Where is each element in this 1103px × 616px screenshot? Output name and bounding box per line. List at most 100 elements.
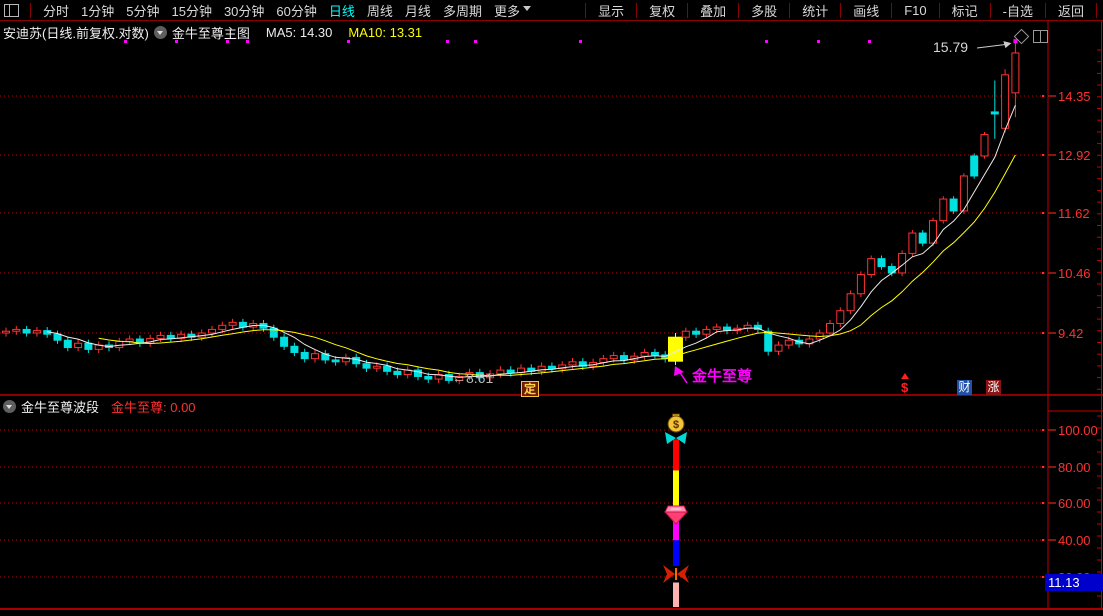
y-axis-label: 100.00: [1058, 423, 1098, 438]
mark-button[interactable]: 标记: [952, 1, 978, 20]
ma-line: [47, 105, 1016, 378]
y-axis-label: 9.42: [1058, 326, 1083, 341]
display-button[interactable]: 显示: [598, 1, 624, 20]
candle-body: [846, 293, 855, 312]
zhang-signal-badge: 涨: [986, 380, 1001, 395]
low-price-label: ←8.61: [452, 370, 494, 386]
axis-dot: [1042, 539, 1044, 541]
y-axis-label: 80.00: [1058, 460, 1091, 475]
signal-dot: [817, 40, 820, 43]
candle-body: [867, 258, 876, 276]
chevron-circle-icon[interactable]: [3, 400, 16, 413]
y-axis-label: 14.35: [1058, 89, 1091, 104]
overlay-button[interactable]: 叠加: [700, 1, 726, 20]
y-axis-label: 10.46: [1058, 266, 1091, 281]
candle-body: [63, 339, 72, 349]
signal-arrow-head: [674, 366, 684, 376]
indicator-bar-segment: [673, 470, 679, 510]
stock-title: 安迪苏(日线.前复权.对数): [3, 26, 149, 41]
f10-button[interactable]: F10: [904, 3, 926, 18]
candle-body: [228, 321, 237, 326]
candle-body: [547, 365, 556, 370]
indicator-bar-segment: [673, 540, 679, 566]
axis-dot: [1042, 502, 1044, 504]
split-window-icon[interactable]: [4, 3, 19, 17]
signal-dot: [868, 40, 871, 43]
period-tab-60min[interactable]: 60分钟: [276, 1, 316, 20]
back-button[interactable]: 返回: [1058, 1, 1084, 20]
axis-dot: [1042, 466, 1044, 468]
period-tab-15min[interactable]: 15分钟: [171, 1, 211, 20]
candle-body: [774, 344, 783, 352]
signal-dot: [474, 40, 477, 43]
period-tab-weekly[interactable]: 周线: [367, 1, 393, 20]
y-axis-label: 60.00: [1058, 496, 1091, 511]
candle-body: [74, 342, 83, 349]
candle-body: [115, 340, 124, 349]
gem-icon: [663, 511, 689, 525]
candle-body: [1001, 74, 1010, 129]
toolbar-divider: [30, 2, 31, 18]
candle-body: [568, 361, 577, 366]
signal-dot: [446, 40, 449, 43]
candle-body: [53, 333, 62, 341]
indicator-name[interactable]: 金牛至尊波段: [21, 397, 99, 416]
candle-body: [650, 351, 659, 356]
period-tab-monthly[interactable]: 月线: [405, 1, 431, 20]
candle-body: [887, 266, 896, 274]
more-menu-button[interactable]: 更多: [494, 1, 531, 20]
candle-body: [702, 328, 711, 335]
multistock-button[interactable]: 多股: [751, 1, 777, 20]
axis-current-value-tag: 11.13: [1045, 574, 1103, 591]
main-indicator-name[interactable]: 金牛至尊主图: [172, 23, 250, 42]
candle-body: [826, 323, 834, 334]
candle-body: [362, 363, 371, 369]
period-tab-multi[interactable]: 多周期: [443, 1, 482, 20]
candle-body: [640, 351, 649, 357]
candle-body: [784, 339, 793, 346]
butterfly-icon: [663, 565, 675, 583]
candle-body: [125, 338, 134, 342]
candle-body: [383, 365, 392, 372]
peak-price-label: 15.79: [933, 39, 969, 55]
split-pane-icon[interactable]: [1033, 30, 1048, 43]
candle-body: [166, 334, 175, 339]
fuquan-button[interactable]: 复权: [649, 1, 675, 20]
candle-body: [877, 258, 886, 268]
candle-body: [506, 369, 515, 374]
candle-body: [620, 355, 628, 361]
period-tab-daily[interactable]: 日线: [329, 1, 355, 20]
period-tab-5min[interactable]: 5分钟: [126, 1, 159, 20]
axis-dot: [1042, 332, 1044, 334]
period-tab-30min[interactable]: 30分钟: [224, 1, 264, 20]
toolbar-right-group: 显示 复权 叠加 多股 统计 画线 F10 标记 -自选 返回: [579, 1, 1103, 20]
chevron-circle-icon[interactable]: [153, 26, 167, 39]
period-tab-fenshi[interactable]: 分时: [43, 1, 69, 20]
axis-dot: [1042, 429, 1044, 431]
period-tab-1min[interactable]: 1分钟: [81, 1, 114, 20]
indicator-value: 金牛至尊: 0.00: [111, 400, 196, 415]
candle-body: [980, 134, 989, 157]
butterfly-icon: [677, 565, 689, 583]
top-toolbar: 分时 1分钟 5分钟 15分钟 30分钟 60分钟 日线 周线 月线 多周期 更…: [0, 0, 1103, 21]
candle-body: [990, 111, 999, 115]
candle-body: [609, 355, 618, 360]
cai-signal-badge: 财: [957, 380, 972, 395]
candle-body: [908, 232, 917, 254]
candle-body: [537, 365, 546, 372]
y-axis-label: 40.00: [1058, 533, 1091, 548]
y-axis-label: 11.62: [1058, 206, 1090, 221]
candle-body: [12, 328, 21, 332]
stock-app-window: { "toolbar": { "periods": ["分时","1分钟","5…: [0, 0, 1103, 616]
candle-body: [970, 155, 979, 177]
candle-body: [208, 328, 216, 334]
watchlist-button[interactable]: -自选: [1003, 1, 1033, 20]
candle-body: [764, 330, 773, 352]
peak-arrow-head: [1003, 41, 1012, 49]
price-chart-canvas[interactable]: 14.35 12.92 11.62 10.46 9.42 100.00 80.00 60.00…: [0, 0, 1103, 616]
drawline-button[interactable]: 画线: [853, 1, 879, 20]
candle-body: [156, 334, 165, 339]
ding-signal-badge: 定: [521, 381, 539, 397]
candle-body: [681, 330, 690, 338]
stats-button[interactable]: 统计: [802, 1, 828, 20]
